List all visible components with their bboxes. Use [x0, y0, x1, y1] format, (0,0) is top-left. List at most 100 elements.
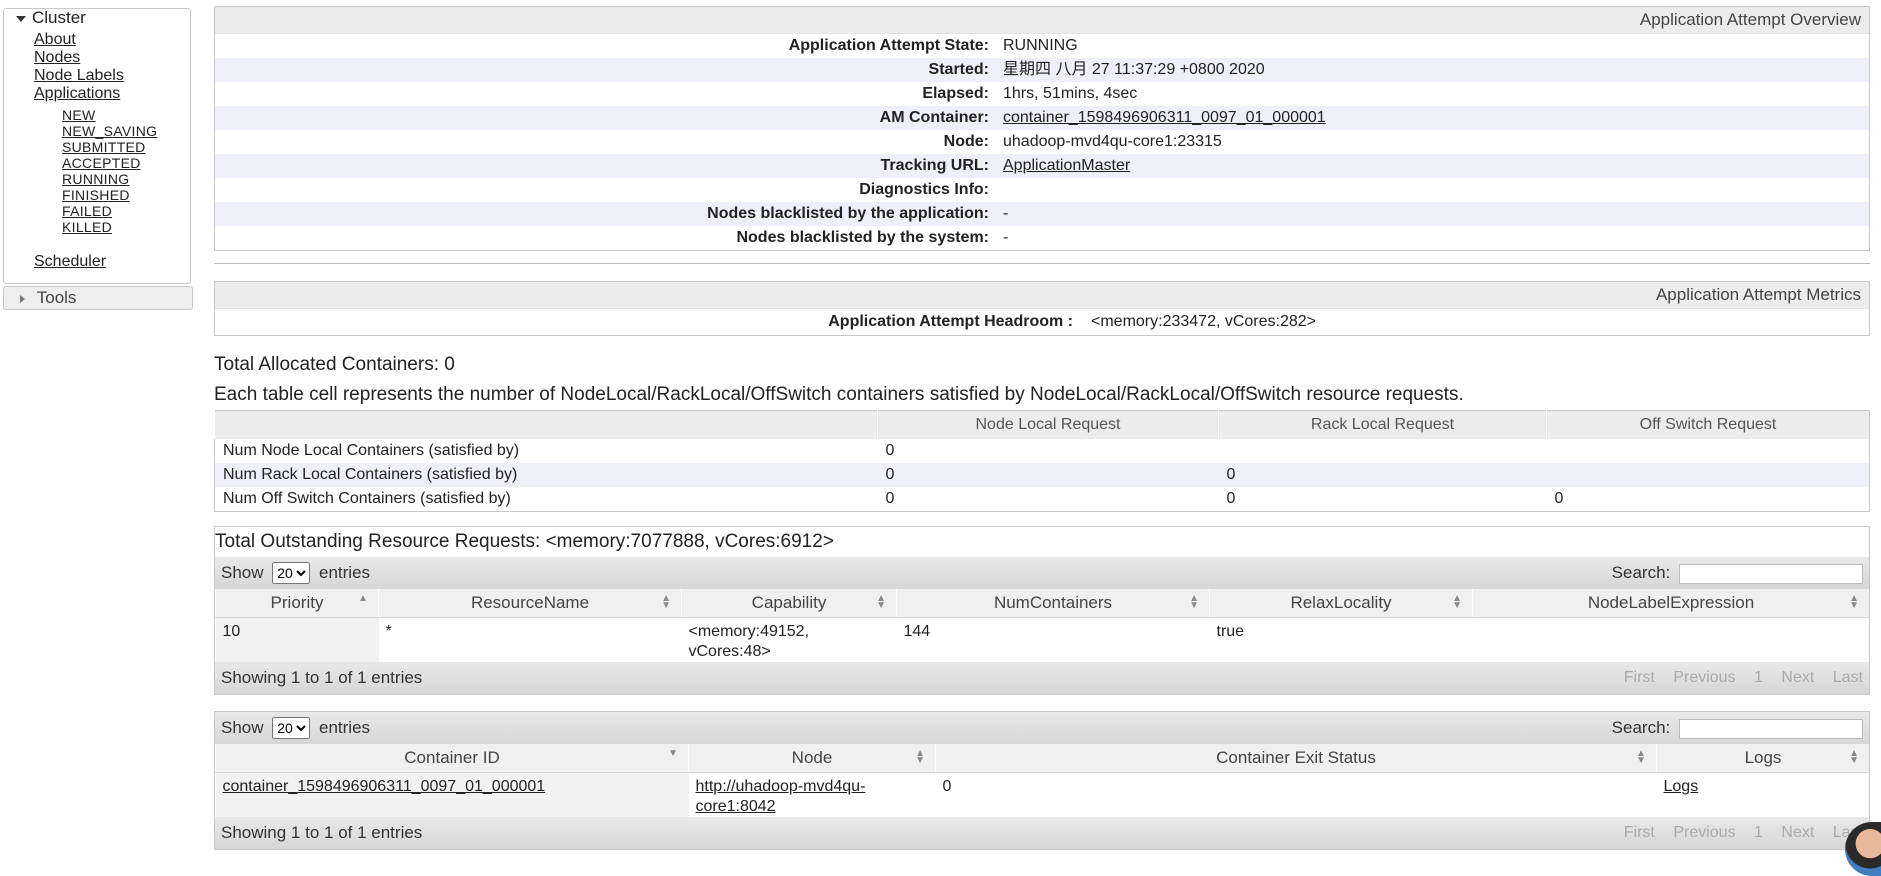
cluster-menu: About Nodes Node Labels Applications — [4, 31, 190, 103]
cluster-header[interactable]: Cluster — [4, 9, 190, 27]
nav-state-new[interactable]: NEW — [62, 107, 96, 123]
cell: 0 — [1226, 490, 1236, 507]
sort-icon: ▲ ▼ — [876, 593, 886, 611]
cell-num: 144 — [903, 623, 931, 640]
table-row: Num Node Local Containers (satisfied by)… — [215, 439, 1870, 463]
search-input[interactable] — [1679, 718, 1863, 739]
entries-label: entries — [319, 718, 371, 737]
sidebar: Cluster About Nodes Node Labels Applicat… — [3, 8, 193, 310]
showing-info: Showing 1 to 1 of 1 entries — [221, 823, 423, 842]
col-capability[interactable]: Capability ▲ ▼ — [681, 589, 897, 618]
nav-state-killed[interactable]: KILLED — [62, 219, 112, 235]
col-relax-locality[interactable]: RelaxLocality ▲ ▼ — [1209, 589, 1473, 618]
container-id-link[interactable]: container_1598496906311_0097_01_000001 — [223, 778, 546, 795]
locality-header-off: Off Switch Request — [1546, 410, 1870, 439]
node-link[interactable]: http://uhadoop-mvd4qu-core1:8042 — [696, 778, 866, 815]
info-value: uhadoop-mvd4qu-core1:23315 — [1003, 133, 1222, 150]
table-row: Num Rack Local Containers (satisfied by)… — [214, 463, 1870, 487]
pager-previous[interactable]: Previous — [1673, 669, 1735, 686]
triangle-down-icon — [16, 16, 26, 22]
table-footer: Showing 1 to 1 of 1 entries First Previo… — [215, 662, 1869, 694]
cell — [1219, 439, 1547, 463]
cell-capability: <memory:49152, vCores:48> — [688, 623, 810, 660]
pagination: First Previous 1 Next Last — [1610, 662, 1863, 694]
pager-page[interactable]: 1 — [1754, 669, 1763, 686]
col-logs[interactable]: Logs ▲ ▼ — [1656, 744, 1869, 773]
main-content: Application Attempt Overview Application… — [214, 6, 1870, 850]
overview-title: Application Attempt Overview — [215, 7, 1869, 34]
info-row-started: Started: 星期四 八月 27 11:37:29 +0800 2020 — [215, 58, 1869, 82]
total-allocated: Total Allocated Containers: 0 — [214, 354, 455, 375]
headroom-row: Application Attempt Headroom : <memory:2… — [215, 309, 1869, 335]
headroom-value: <memory:233472, vCores:282> — [1091, 313, 1317, 330]
nav-scheduler[interactable]: Scheduler — [34, 253, 106, 271]
tracking-url-link[interactable]: ApplicationMaster — [1003, 157, 1130, 174]
tools-nav[interactable]: Tools — [3, 286, 193, 310]
info-label: Diagnostics Info: — [859, 181, 989, 198]
pager-last[interactable]: Last — [1833, 669, 1863, 686]
sort-icon: ▲ ▼ — [1636, 748, 1646, 766]
nav-state-submitted[interactable]: SUBMITTED — [62, 139, 146, 155]
info-row-elapsed: Elapsed: 1hrs, 51mins, 4sec — [215, 82, 1869, 106]
info-row-tracking-url: Tracking URL: ApplicationMaster — [215, 154, 1869, 178]
info-row-diagnostics: Diagnostics Info: — [215, 178, 1869, 202]
row-label: Num Rack Local Containers (satisfied by) — [214, 463, 878, 487]
col-node-label-expr[interactable]: NodeLabelExpression ▲ ▼ — [1472, 589, 1869, 618]
pager-first[interactable]: First — [1624, 669, 1655, 686]
col-node[interactable]: Node ▲ ▼ — [688, 744, 936, 773]
nav-state-accepted[interactable]: ACCEPTED — [62, 155, 141, 171]
col-resource-name[interactable]: ResourceName ▲ ▼ — [378, 589, 682, 618]
pager-first[interactable]: First — [1624, 824, 1655, 841]
info-value: 星期四 八月 27 11:37:29 +0800 2020 — [1003, 61, 1265, 78]
page-size-select[interactable]: 20 — [272, 717, 311, 739]
nav-about[interactable]: About — [34, 31, 76, 48]
col-exit-status[interactable]: Container Exit Status ▲ ▼ — [935, 744, 1657, 773]
logs-link[interactable]: Logs — [1664, 778, 1699, 795]
table-row: 10 * <memory:49152, vCores:48> 144 true — [215, 617, 1870, 663]
search-input[interactable] — [1679, 563, 1863, 584]
info-value: 1hrs, 51mins, 4sec — [1003, 85, 1138, 102]
col-num-containers[interactable]: NumContainers ▲ ▼ — [896, 589, 1210, 618]
show-label: Show — [221, 563, 264, 582]
cell-label-expr — [1473, 618, 1870, 663]
cell: 0 — [885, 490, 895, 507]
cluster-nav: Cluster About Nodes Node Labels Applicat… — [3, 8, 191, 284]
pager-page[interactable]: 1 — [1754, 824, 1763, 841]
sort-desc-icon: ▼ — [668, 748, 678, 759]
containers-grid: Container ID ▼ Node ▲ ▼ Container Exit Stat… — [215, 744, 1869, 817]
am-container-link[interactable]: container_1598496906311_0097_01_000001 — [1003, 109, 1326, 126]
search-label: Search: — [1611, 718, 1671, 737]
sort-icon: ▲ ▼ — [1189, 593, 1199, 611]
table-row: container_1598496906311_0097_01_000001 h… — [215, 772, 1870, 817]
pager-next[interactable]: Next — [1781, 824, 1814, 841]
pager-previous[interactable]: Previous — [1673, 824, 1735, 841]
nav-state-failed[interactable]: FAILED — [62, 203, 112, 219]
cell: 0 — [1218, 463, 1547, 487]
locality-header-node: Node Local Request — [877, 410, 1219, 439]
showing-info: Showing 1 to 1 of 1 entries — [221, 668, 423, 687]
info-value: - — [1003, 229, 1009, 246]
nav-state-finished[interactable]: FINISHED — [62, 187, 130, 203]
pagination: First Previous 1 Next Last — [1610, 817, 1863, 849]
info-label: Started: — [928, 61, 989, 78]
cell — [1547, 439, 1870, 463]
nav-nodes[interactable]: Nodes — [34, 49, 80, 66]
requests-grid: Priority ▲ ResourceName ▲ ▼ Capability ▲ ▼ Nu… — [215, 589, 1869, 662]
divider — [214, 263, 1870, 264]
nav-applications[interactable]: Applications — [34, 85, 120, 102]
headroom-label: Application Attempt Headroom : — [828, 313, 1073, 330]
pager-next[interactable]: Next — [1781, 669, 1814, 686]
nav-state-new-saving[interactable]: NEW_SAVING — [62, 123, 157, 139]
col-priority[interactable]: Priority ▲ — [215, 589, 379, 618]
attempt-metrics-panel: Application Attempt Metrics Application … — [214, 281, 1870, 336]
sort-icon: ▲ ▼ — [661, 593, 671, 611]
show-label: Show — [221, 718, 264, 737]
nav-state-running[interactable]: RUNNING — [62, 171, 129, 187]
info-row-blacklist-system: Nodes blacklisted by the system: - — [215, 226, 1869, 250]
page-size-select[interactable]: 20 — [272, 562, 311, 584]
cell-exit-status: 0 — [942, 778, 952, 795]
col-container-id[interactable]: Container ID ▼ — [215, 744, 689, 773]
nav-node-labels[interactable]: Node Labels — [34, 67, 124, 84]
table-row: Num Off Switch Containers (satisfied by)… — [215, 487, 1870, 512]
table-toolbar: Show 20 entries Search: — [215, 712, 1869, 744]
